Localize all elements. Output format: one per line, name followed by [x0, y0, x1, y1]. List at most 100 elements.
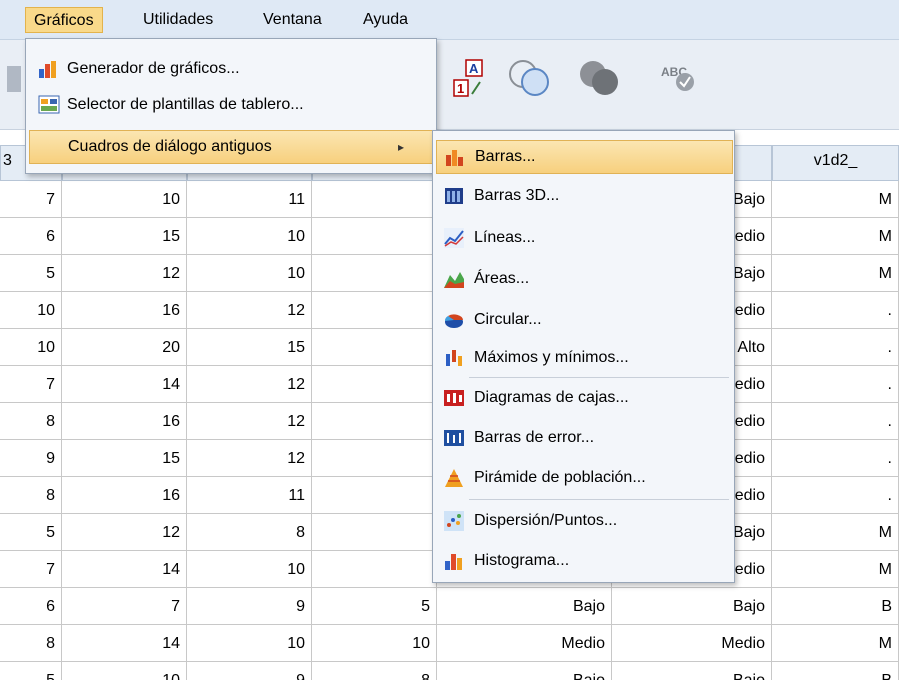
table-cell[interactable]: 15 — [62, 440, 187, 477]
table-cell[interactable] — [312, 403, 437, 440]
table-cell[interactable]: 12 — [187, 292, 312, 329]
table-row: 8 14 10 10 Medio Medio M — [0, 625, 899, 662]
table-cell[interactable]: Bajo — [612, 662, 772, 680]
menu-ventana[interactable]: Ventana — [255, 7, 330, 33]
table-cell[interactable]: 8 — [0, 625, 62, 662]
table-cell[interactable]: 10 — [187, 255, 312, 292]
table-cell[interactable]: 7 — [0, 551, 62, 588]
table-cell[interactable] — [312, 477, 437, 514]
table-cell[interactable]: 8 — [187, 514, 312, 551]
table-cell[interactable]: 12 — [187, 403, 312, 440]
use-variable-sets-icon[interactable] — [575, 53, 625, 103]
table-cell[interactable]: Bajo — [437, 588, 612, 625]
table-cell[interactable] — [312, 329, 437, 366]
menu-ayuda[interactable]: Ayuda — [355, 7, 416, 33]
table-cell[interactable]: 14 — [62, 551, 187, 588]
table-cell[interactable]: 16 — [62, 292, 187, 329]
table-cell[interactable]: 9 — [187, 662, 312, 680]
table-cell[interactable]: 12 — [62, 255, 187, 292]
table-cell[interactable]: 12 — [62, 514, 187, 551]
menu-graficos[interactable]: Gráficos — [25, 7, 103, 33]
menu-item-circular[interactable]: Circular... — [436, 304, 733, 336]
table-cell[interactable]: 7 — [62, 588, 187, 625]
table-cell[interactable]: 10 — [0, 329, 62, 366]
table-cell[interactable]: Medio — [612, 625, 772, 662]
table-cell[interactable]: 8 — [0, 403, 62, 440]
table-cell[interactable]: 12 — [187, 366, 312, 403]
table-cell[interactable] — [312, 218, 437, 255]
menu-item-chart-builder[interactable]: Generador de gráficos... — [29, 53, 433, 85]
table-cell[interactable]: Bajo — [437, 662, 612, 680]
table-cell[interactable]: M — [772, 181, 899, 218]
table-cell[interactable]: Bajo — [612, 588, 772, 625]
table-cell[interactable]: . — [772, 366, 899, 403]
table-cell[interactable]: 5 — [0, 662, 62, 680]
table-cell[interactable]: 7 — [0, 366, 62, 403]
table-cell[interactable]: 15 — [62, 218, 187, 255]
table-cell[interactable]: 9 — [0, 440, 62, 477]
table-cell[interactable]: M — [772, 218, 899, 255]
table-cell[interactable]: 7 — [0, 181, 62, 218]
spell-check-icon[interactable]: ABC — [655, 53, 705, 103]
table-cell[interactable]: 5 — [312, 588, 437, 625]
table-cell[interactable] — [312, 366, 437, 403]
menu-item-maximos-minimos[interactable]: Máximos y mínimos... — [436, 342, 733, 374]
table-cell[interactable] — [312, 255, 437, 292]
table-cell[interactable]: M — [772, 514, 899, 551]
menu-item-barras-error[interactable]: Barras de error... — [436, 422, 733, 454]
table-cell[interactable]: 8 — [0, 477, 62, 514]
variable-sets-icon[interactable]: A 1 — [445, 53, 495, 103]
table-cell[interactable]: . — [772, 292, 899, 329]
menu-item-diagramas-cajas[interactable]: Diagramas de cajas... — [436, 382, 733, 414]
table-cell[interactable]: M — [772, 255, 899, 292]
menu-item-dispersion[interactable]: Dispersión/Puntos... — [436, 505, 733, 537]
table-cell[interactable]: M — [772, 625, 899, 662]
table-cell[interactable]: . — [772, 403, 899, 440]
table-cell[interactable]: 10 — [0, 292, 62, 329]
column-header-v1d2[interactable]: v1d2_ — [772, 145, 899, 181]
table-cell[interactable]: 10 — [312, 625, 437, 662]
table-cell[interactable] — [312, 514, 437, 551]
table-cell[interactable]: 8 — [312, 662, 437, 680]
table-cell[interactable]: 11 — [187, 181, 312, 218]
table-cell[interactable] — [312, 551, 437, 588]
menu-utilidades[interactable]: Utilidades — [135, 7, 221, 33]
table-cell[interactable]: 16 — [62, 403, 187, 440]
menu-item-piramide[interactable]: Pirámide de población... — [436, 462, 733, 494]
table-cell[interactable]: 9 — [187, 588, 312, 625]
table-cell[interactable] — [312, 181, 437, 218]
table-cell[interactable]: M — [772, 551, 899, 588]
table-cell[interactable]: 6 — [0, 588, 62, 625]
table-cell[interactable]: Medio — [437, 625, 612, 662]
table-cell[interactable]: 10 — [62, 662, 187, 680]
menu-item-histograma[interactable]: Histograma... — [436, 545, 733, 577]
table-cell[interactable]: 6 — [0, 218, 62, 255]
menu-item-legacy-dialogs[interactable]: Cuadros de diálogo antiguos ▸ — [29, 130, 433, 164]
menu-item-dashboard-template[interactable]: Selector de plantillas de tablero... — [29, 89, 433, 121]
table-cell[interactable]: 10 — [187, 551, 312, 588]
table-cell[interactable] — [312, 292, 437, 329]
menu-item-barras[interactable]: Barras... — [436, 140, 733, 174]
table-cell[interactable]: 14 — [62, 366, 187, 403]
table-cell[interactable]: 14 — [62, 625, 187, 662]
table-cell[interactable]: . — [772, 440, 899, 477]
table-cell[interactable]: 5 — [0, 514, 62, 551]
table-cell[interactable] — [312, 440, 437, 477]
table-cell[interactable]: 12 — [187, 440, 312, 477]
table-cell[interactable]: 16 — [62, 477, 187, 514]
table-cell[interactable]: 15 — [187, 329, 312, 366]
table-cell[interactable]: 10 — [187, 625, 312, 662]
menu-item-lineas[interactable]: Líneas... — [436, 222, 733, 254]
show-all-variables-icon[interactable] — [505, 53, 555, 103]
table-cell[interactable]: 11 — [187, 477, 312, 514]
table-cell[interactable]: 20 — [62, 329, 187, 366]
table-cell[interactable]: . — [772, 329, 899, 366]
menu-item-areas[interactable]: Áreas... — [436, 263, 733, 295]
table-cell[interactable]: B — [772, 588, 899, 625]
table-cell[interactable]: . — [772, 477, 899, 514]
table-cell[interactable]: 10 — [187, 218, 312, 255]
table-cell[interactable]: 5 — [0, 255, 62, 292]
table-cell[interactable]: 10 — [62, 181, 187, 218]
menu-item-barras-3d[interactable]: Barras 3D... — [436, 180, 733, 212]
table-cell[interactable]: B — [772, 662, 899, 680]
